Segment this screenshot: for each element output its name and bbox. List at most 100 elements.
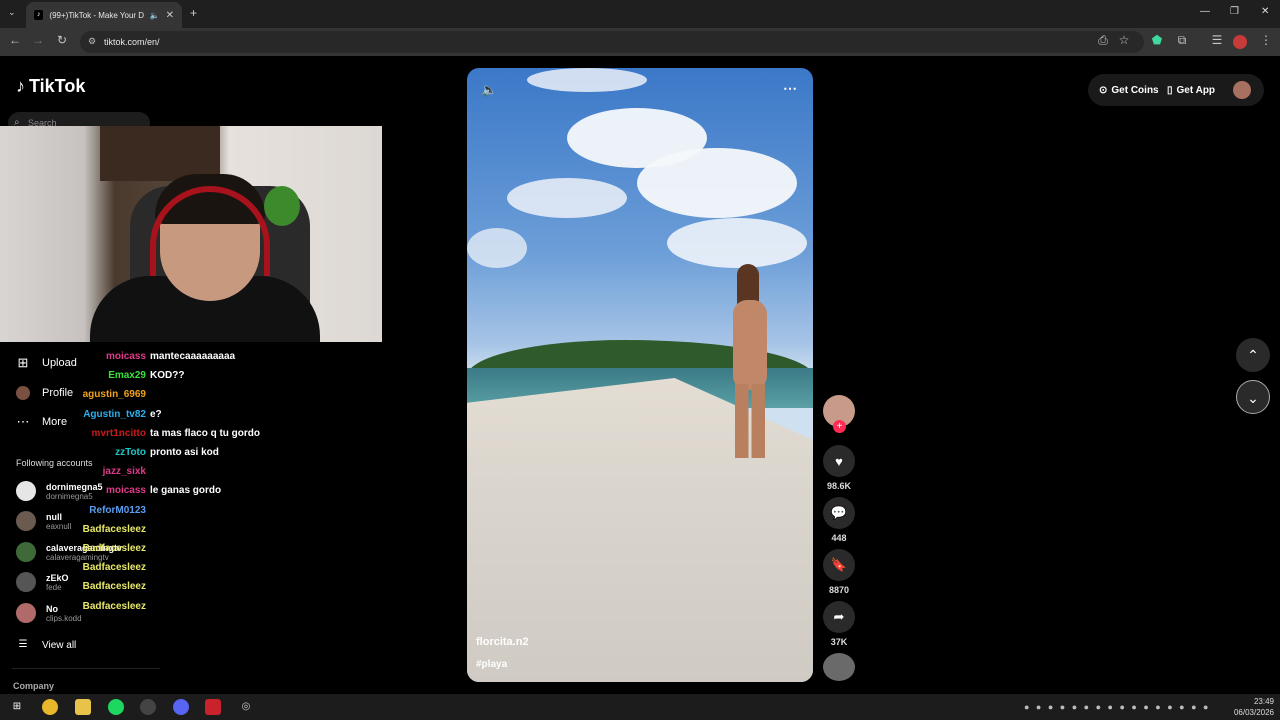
comment-button[interactable]: 💬 [823, 497, 855, 529]
account-name: null [46, 511, 62, 522]
windows-start-icon[interactable]: ⊞ [9, 699, 25, 715]
profile-label: Profile [42, 387, 74, 399]
close-window-icon[interactable]: ✕ [1261, 6, 1269, 17]
chat-username: agustin_6969 [82, 389, 146, 401]
nav-upload[interactable]: ⊞ Upload [16, 356, 77, 370]
site-info-icon[interactable]: ⚙ [88, 36, 96, 47]
minimize-icon[interactable]: — [1200, 6, 1210, 17]
reload-icon[interactable]: ↻ [53, 33, 71, 47]
sound-disc-icon[interactable] [823, 653, 855, 681]
share-button[interactable]: ➦ [823, 601, 855, 633]
account-user: fede [46, 582, 62, 592]
account-item[interactable]: No clips.kodd [16, 603, 82, 623]
clock[interactable]: 23:49 06/03/2026 [1228, 696, 1274, 718]
tab-search-icon[interactable]: ⌄ [8, 7, 16, 18]
video-player[interactable]: 🔈 ⋯ [467, 68, 813, 682]
user-avatar[interactable] [1233, 81, 1251, 99]
chat-text: le ganas gordo [150, 485, 222, 497]
account-item[interactable]: null eaxnull [16, 511, 71, 531]
bookmark-star-icon[interactable]: ☆ [1115, 33, 1133, 47]
coin-icon: ⊙ [1099, 84, 1108, 96]
video-hashtag[interactable]: #playa [476, 659, 507, 670]
avatar [16, 542, 36, 562]
more-dots-icon: ⋯ [16, 414, 30, 429]
chat-text: ta mas flaco q tu gordo [150, 427, 261, 439]
account-user: clips.kodd [46, 613, 82, 623]
account-item[interactable]: zEkO fede [16, 572, 69, 592]
like-button[interactable]: ♥ [823, 445, 855, 477]
account-name: zEkO [46, 572, 69, 583]
save-button[interactable]: 🔖 [823, 549, 855, 581]
follow-plus-icon[interactable]: + [833, 420, 846, 433]
chat-text: KOD?? [150, 370, 185, 382]
avatar [16, 572, 36, 592]
upload-label: Upload [42, 357, 77, 369]
upload-icon: ⊞ [17, 355, 29, 370]
shield-extension-icon[interactable]: ⬟ [1148, 33, 1166, 47]
get-coins-label: Get Coins [1111, 84, 1159, 96]
get-app-label: Get App [1176, 84, 1216, 96]
browser-tab[interactable]: ♪ (99+)TikTok - Make Your Day 🔈 ✕ [26, 2, 182, 28]
restore-icon[interactable]: ❐ [1230, 6, 1239, 17]
menu-kebab-icon[interactable]: ⋮ [1257, 33, 1275, 47]
account-user: eaxnull [46, 521, 72, 531]
chat-username: mvrt1ncitto [91, 427, 146, 439]
volume-icon[interactable]: 🔈 [481, 82, 497, 98]
tiktok-note-icon: ♪ [16, 76, 25, 96]
next-video-button[interactable]: ⌄ [1236, 380, 1270, 414]
forward-icon[interactable]: → [29, 33, 47, 47]
file-explorer-icon[interactable] [75, 699, 91, 715]
avatar [16, 511, 36, 531]
chat-text: e? [150, 408, 162, 420]
divider [12, 668, 160, 669]
profile-avatar [16, 386, 30, 400]
account-item[interactable]: dornimegna5 dornimegna5 [16, 481, 103, 501]
chat-username: Badfacesleez [82, 523, 146, 535]
company-link[interactable]: Company [13, 681, 54, 691]
cloud [637, 148, 797, 218]
url-text: tiktok.com/en/ [104, 37, 160, 47]
chrome-icon[interactable] [42, 699, 58, 715]
extensions-icon[interactable]: ⧉ [1173, 33, 1191, 48]
chrome-active-icon[interactable] [140, 699, 156, 715]
system-tray[interactable]: ● ● ● ● ● ● ● ● ● ● ● ● ● ● ● ● [1024, 702, 1210, 712]
video-author[interactable]: florcita.n2 [476, 636, 529, 648]
more-label: More [42, 416, 68, 428]
chat-username: Badfacesleez [82, 581, 146, 593]
kitchen-cabinet [100, 126, 220, 181]
tiktok-logo[interactable]: ♪ TikTok [16, 76, 85, 97]
install-icon[interactable]: ⎙ [1094, 33, 1112, 48]
address-bar[interactable]: ⚙ tiktok.com/en/ [80, 31, 1144, 53]
account-name: dornimegna5 [46, 481, 103, 492]
profile-avatar-icon[interactable] [1233, 35, 1247, 49]
clock-date: 06/03/2026 [1233, 708, 1274, 717]
account-name: No [46, 603, 58, 614]
get-coins-button[interactable]: ⊙ Get Coins [1099, 80, 1159, 100]
prev-video-button[interactable]: ⌃ [1236, 338, 1270, 372]
close-tab-icon[interactable]: ✕ [166, 10, 174, 21]
media-icon[interactable]: ☰ [1208, 33, 1226, 47]
view-all-link[interactable]: ☰ View all [16, 638, 77, 652]
app-icon[interactable] [205, 699, 221, 715]
bookmark-icon: 🔖 [830, 557, 848, 572]
share-count: 37K [830, 637, 848, 647]
chat-username: moicass [105, 351, 146, 362]
speaker-icon[interactable]: 🔈 [150, 11, 160, 20]
nav-profile[interactable]: Profile [16, 386, 73, 400]
chevron-down-icon: ⌄ [1247, 390, 1259, 406]
new-tab-icon[interactable]: + [190, 6, 197, 20]
cloud [507, 178, 627, 218]
back-icon[interactable]: ← [6, 33, 24, 47]
clock-time: 23:49 [1253, 697, 1274, 706]
get-app-button[interactable]: ▯ Get App [1167, 80, 1215, 100]
logo-text: TikTok [29, 76, 86, 96]
more-options-icon[interactable]: ⋯ [783, 80, 797, 97]
discord-icon[interactable] [173, 699, 189, 715]
tab-title: (99+)TikTok - Make Your Day [49, 10, 144, 20]
spotify-icon[interactable] [108, 699, 124, 715]
nav-more[interactable]: ⋯ More [16, 414, 68, 429]
comment-count: 448 [831, 533, 847, 543]
tiktok-favicon-icon: ♪ [34, 10, 44, 20]
obs-icon[interactable]: ◎ [238, 699, 254, 715]
chevron-up-icon: ⌃ [1247, 347, 1259, 363]
